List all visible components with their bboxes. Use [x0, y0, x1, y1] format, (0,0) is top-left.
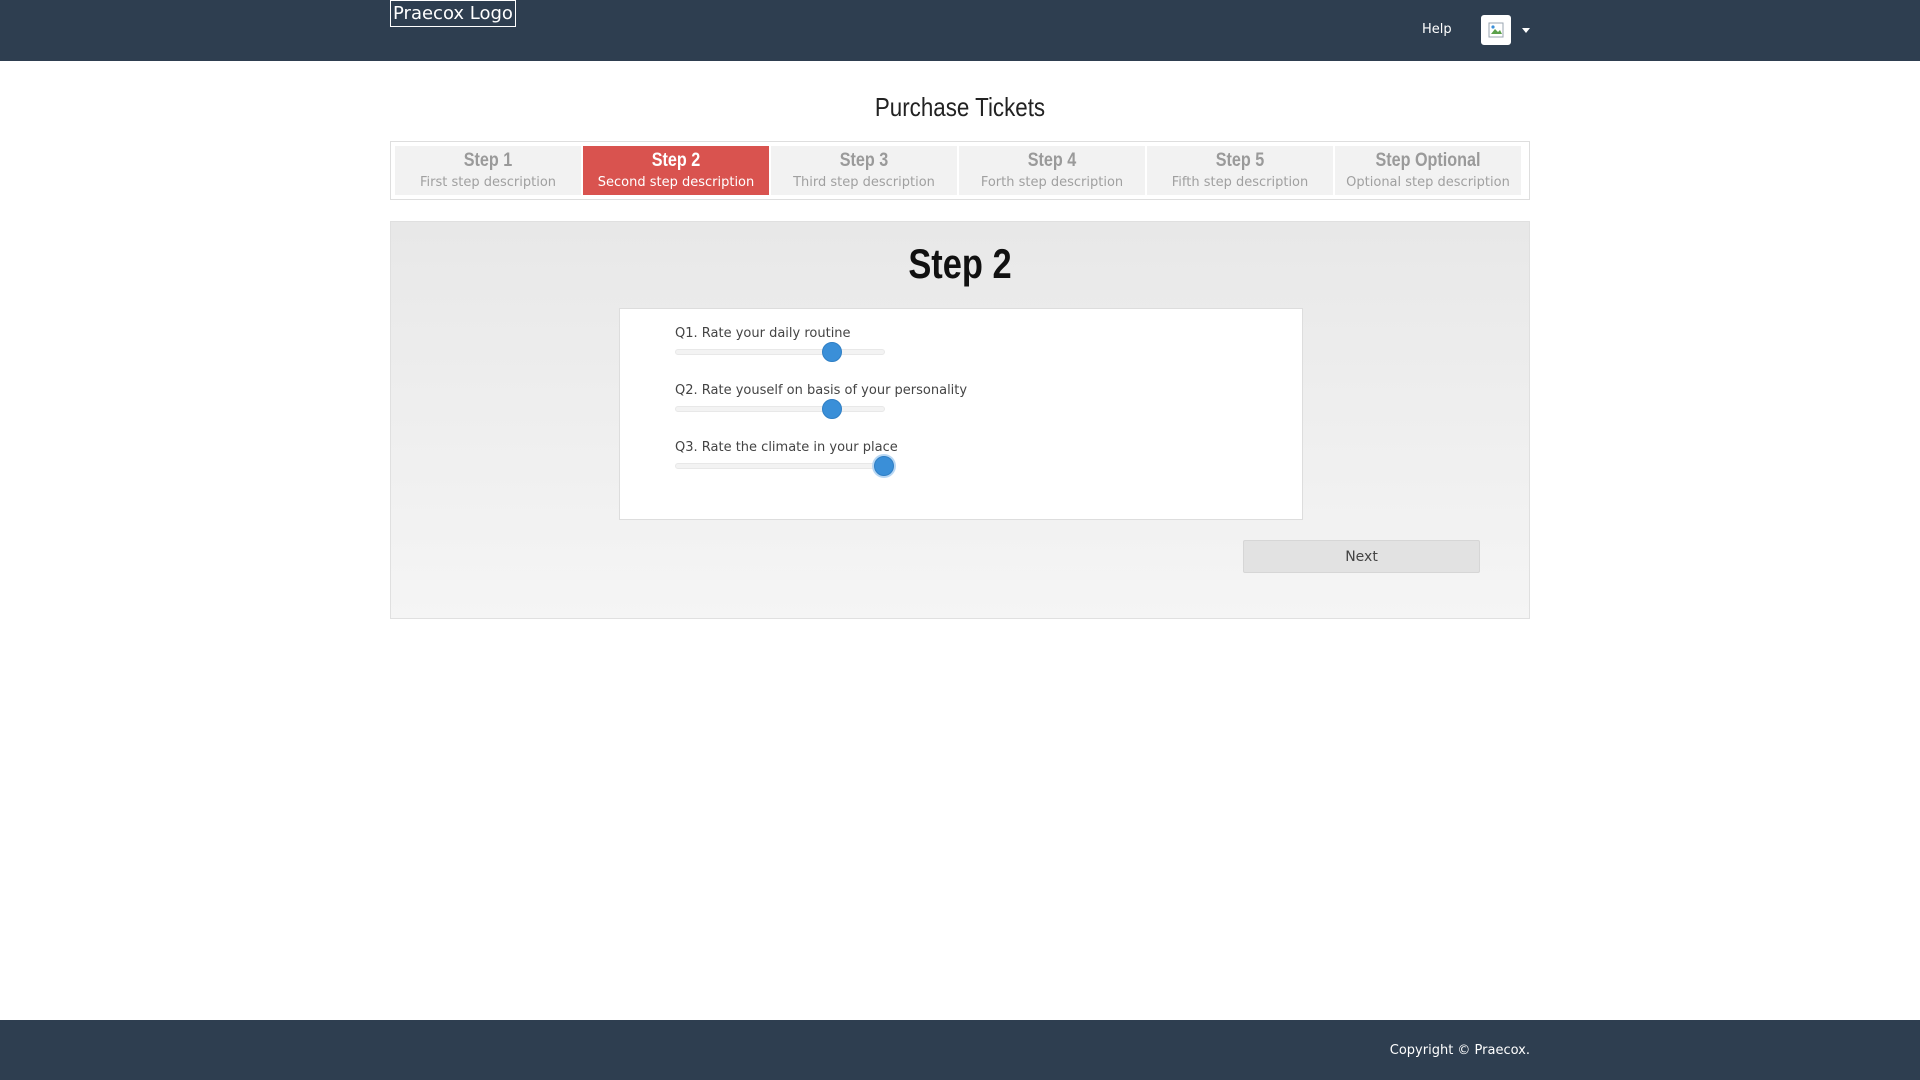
step-title: Step 5 — [1215, 150, 1265, 171]
question-q2: Q2. Rate youself on basis of your person… — [675, 382, 995, 422]
step-description: Fifth step description — [1171, 175, 1309, 190]
step-5-tab[interactable]: Step 5 Fifth step description — [1147, 146, 1333, 195]
questions-card: Q1. Rate your daily routine Q2. Rate you… — [619, 308, 1303, 520]
rating-slider-q2[interactable] — [675, 399, 885, 419]
broken-image-icon — [1488, 22, 1504, 38]
slider-handle[interactable] — [822, 342, 842, 362]
step-progress-bar: Step 1 First step description Step 2 Sec… — [390, 141, 1530, 200]
next-button[interactable]: Next — [1243, 540, 1480, 573]
step-2-tab[interactable]: Step 2 Second step description — [583, 146, 769, 195]
question-q1: Q1. Rate your daily routine — [675, 325, 995, 365]
step-description: Optional step description — [1346, 175, 1510, 190]
step-4-tab[interactable]: Step 4 Forth step description — [959, 146, 1145, 195]
step-optional-tab[interactable]: Step Optional Optional step description — [1335, 146, 1521, 195]
caret-down-icon[interactable] — [1522, 28, 1530, 33]
slider-handle[interactable] — [874, 456, 894, 476]
page-title: Purchase Tickets — [874, 92, 1046, 122]
step-title: Step Optional — [1375, 150, 1481, 171]
step-description: Forth step description — [980, 175, 1124, 190]
help-link[interactable]: Help — [1422, 21, 1452, 39]
copyright-text: Copyright © Praecox. — [1389, 1043, 1530, 1058]
top-navbar: Praecox Logo Help — [0, 0, 1920, 61]
step-description: First step description — [419, 175, 557, 190]
step-title: Step 1 — [463, 150, 513, 171]
step-title: Step 2 — [651, 150, 701, 171]
question-q3: Q3. Rate the climate in your place — [675, 439, 995, 479]
rating-slider-q1[interactable] — [675, 342, 885, 362]
step-panel: Step 2 Q1. Rate your daily routine Q2. R… — [390, 221, 1530, 619]
step-title: Step 3 — [839, 150, 889, 171]
footer: Copyright © Praecox. — [0, 1020, 1920, 1080]
step-3-tab[interactable]: Step 3 Third step description — [771, 146, 957, 195]
step-title: Step 4 — [1027, 150, 1077, 171]
step-1-tab[interactable]: Step 1 First step description — [395, 146, 581, 195]
site-logo[interactable]: Praecox Logo — [390, 0, 516, 27]
user-avatar-button[interactable] — [1481, 15, 1511, 45]
step-heading: Step 2 — [908, 240, 1012, 287]
question-label: Q1. Rate your daily routine — [675, 326, 851, 341]
slider-handle[interactable] — [822, 399, 842, 419]
step-description: Second step description — [597, 175, 755, 190]
rating-slider-q3[interactable] — [675, 456, 894, 476]
question-label: Q2. Rate youself on basis of your person… — [675, 383, 968, 398]
question-label: Q3. Rate the climate in your place — [675, 440, 898, 455]
step-description: Third step description — [793, 175, 935, 190]
